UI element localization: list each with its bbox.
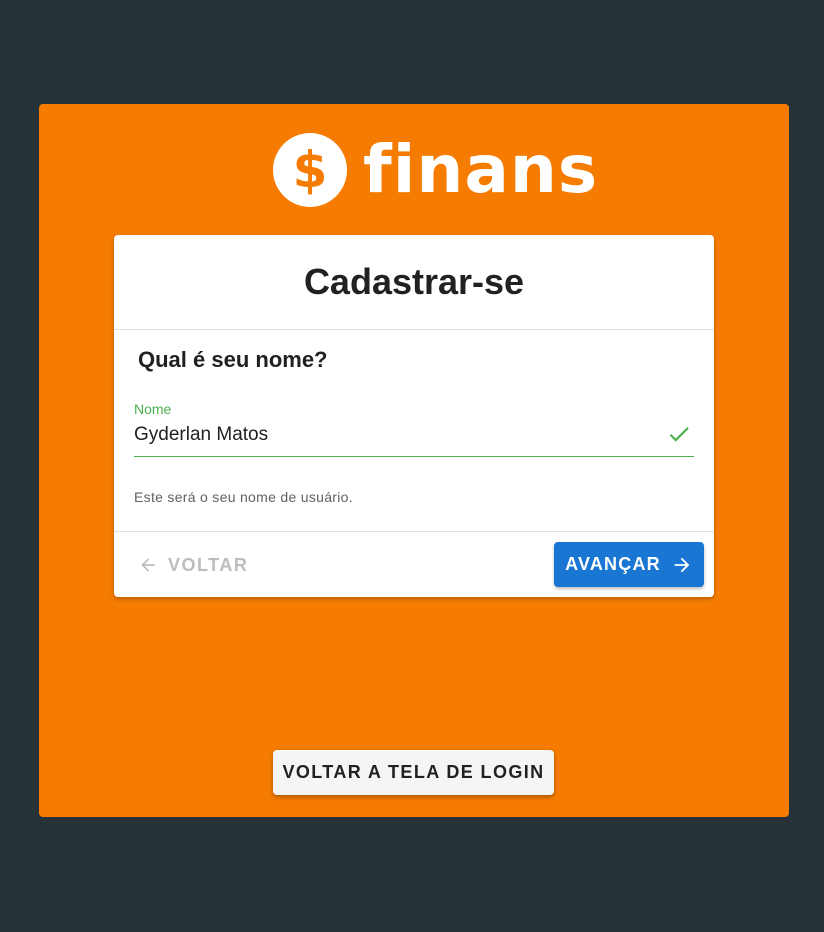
arrow-right-icon [674, 557, 690, 572]
logo-text: finans [363, 131, 599, 208]
card-actions: VOLTAR AVANÇAR [114, 531, 714, 597]
signup-panel: $ finans Cadastrar-se Qual é seu nome? N… [39, 104, 789, 817]
dollar-coin-icon: $ [273, 133, 347, 207]
name-field-label: Nome [134, 401, 172, 417]
logo-symbol: $ [292, 141, 328, 199]
next-button-label: AVANÇAR [565, 554, 661, 574]
name-field[interactable]: Nome [134, 401, 694, 457]
back-to-login-button[interactable]: VOLTAR A TELA DE LOGIN [273, 750, 554, 795]
next-button[interactable]: AVANÇAR [554, 542, 704, 587]
arrow-left-icon [141, 558, 155, 572]
card-title: Cadastrar-se [114, 235, 714, 330]
name-input[interactable] [134, 421, 654, 449]
signup-card: Cadastrar-se Qual é seu nome? Nome Este … [114, 235, 714, 597]
check-icon [669, 427, 689, 442]
back-button[interactable]: VOLTAR [128, 542, 258, 588]
step-title: Qual é seu nome? [138, 347, 328, 372]
finans-logo: $ finans [273, 133, 598, 207]
name-hint: Este será o seu nome de usuário. [134, 489, 353, 505]
back-button-label: VOLTAR [168, 554, 249, 575]
